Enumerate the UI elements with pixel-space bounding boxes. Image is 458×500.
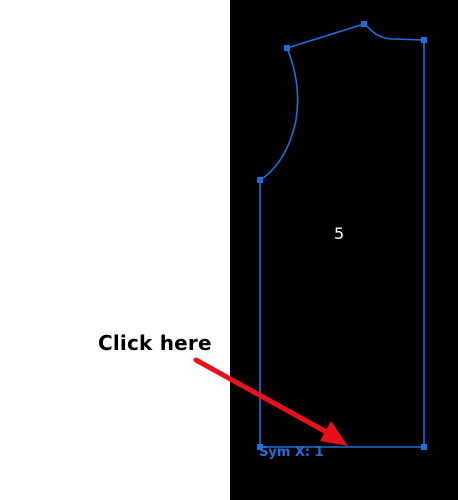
annotation-arrow-head xyxy=(320,421,348,446)
control-point-handle[interactable] xyxy=(284,45,290,51)
control-point-handle[interactable] xyxy=(421,37,427,43)
pattern-piece-number: 5 xyxy=(334,224,345,243)
instruction-text: Click here xyxy=(98,331,212,355)
pattern-piece-svg xyxy=(193,21,427,450)
page: 5 Sym X: 1 Click here xyxy=(0,0,458,500)
annotation-arrow-line xyxy=(193,357,333,437)
control-point-handle[interactable] xyxy=(361,21,367,27)
control-point-handle[interactable] xyxy=(257,177,263,183)
control-point-handle[interactable] xyxy=(421,444,427,450)
symmetry-label: Sym X: 1 xyxy=(259,445,324,460)
